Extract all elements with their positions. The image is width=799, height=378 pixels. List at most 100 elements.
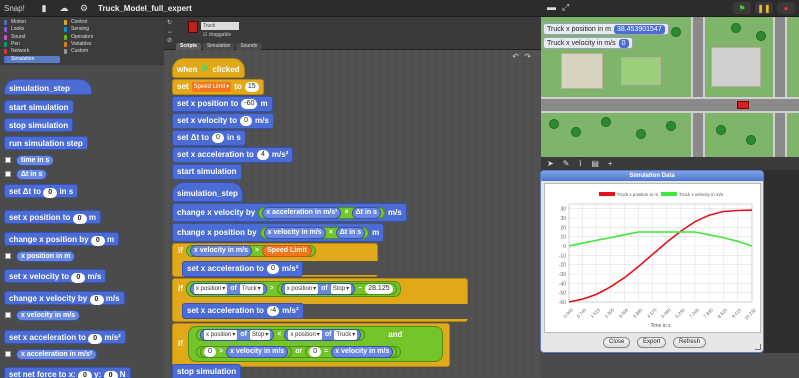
stage[interactable]: Truck x position in m 38.453901547 Truck … bbox=[541, 17, 799, 157]
set-x-acceleration-block[interactable]: set x acceleration to 4 m/s² bbox=[172, 147, 294, 163]
object-dropdown[interactable]: Stop bbox=[330, 284, 352, 294]
category-pen[interactable]: Pen bbox=[4, 41, 60, 48]
category-operators[interactable]: Operators bbox=[64, 34, 120, 41]
category-sound[interactable]: Sound bbox=[4, 34, 60, 41]
greater-than-operator[interactable]: 0 > x velocity in m/s bbox=[200, 346, 293, 358]
palette-start-simulation[interactable]: start simulation bbox=[4, 100, 74, 114]
export-button[interactable]: Export bbox=[637, 337, 667, 348]
add-sprite-icon[interactable]: + bbox=[608, 159, 613, 168]
attribute-dropdown[interactable]: x position bbox=[204, 330, 238, 340]
value-slot[interactable]: 0 bbox=[77, 371, 92, 378]
value-slot[interactable]: 0 bbox=[204, 347, 216, 357]
stage-normal-icon[interactable]: ▬ bbox=[547, 2, 556, 13]
palette-run-simulation-step[interactable]: run simulation step bbox=[4, 136, 88, 150]
simulation-step-hat[interactable]: simulation_step bbox=[172, 182, 243, 202]
value-slot[interactable]: 4 bbox=[256, 150, 269, 160]
resize-handle[interactable] bbox=[755, 344, 761, 350]
truck-x-position-watcher[interactable]: Truck x position in m 38.453901547 bbox=[543, 23, 669, 35]
or-operator[interactable]: 0 > x velocity in m/s or 0 = x velocity in m… bbox=[196, 346, 402, 358]
dt-reporter[interactable]: Δt in s bbox=[335, 226, 366, 239]
palette-set-dt[interactable]: set Δt to 0 in s bbox=[4, 184, 79, 198]
set-x-velocity-block[interactable]: set x velocity to 0 m/s bbox=[172, 113, 274, 129]
value-slot[interactable]: 0 bbox=[88, 334, 103, 344]
settings-icon[interactable]: ⚙ bbox=[78, 3, 90, 13]
paintbrush-icon[interactable]: ✎ bbox=[563, 159, 570, 168]
undo-icon[interactable]: ↶ bbox=[512, 52, 519, 61]
tab-sounds[interactable]: Sounds bbox=[236, 43, 262, 50]
set-speed-limit-block[interactable]: set Speed Limit to 15 bbox=[172, 79, 264, 95]
x-acceleration-reporter[interactable]: x acceleration in m/s² bbox=[262, 206, 342, 219]
sprite-name-field[interactable]: Truck bbox=[201, 22, 239, 30]
category-motion[interactable]: Motion bbox=[4, 19, 60, 26]
multiply-operator[interactable]: x velocity in m/s × Δt in s bbox=[259, 226, 370, 239]
set-x-position-block[interactable]: set x position to -60 m bbox=[172, 96, 273, 112]
category-sensing[interactable]: Sensing bbox=[64, 26, 120, 33]
attribute-dropdown[interactable]: x position bbox=[288, 330, 322, 340]
cloud-icon[interactable]: ☁ bbox=[58, 3, 70, 13]
multiply-operator[interactable]: x acceleration in m/s² × Δt in s bbox=[258, 206, 385, 219]
value-slot[interactable]: 0 bbox=[240, 116, 253, 126]
palette-set-x-velocity[interactable]: set x velocity to 0 m/s bbox=[4, 269, 107, 283]
value-slot[interactable]: 0 bbox=[90, 236, 105, 246]
tab-simulation[interactable]: Simulation bbox=[202, 43, 235, 50]
less-than-operator[interactable]: x positionofStop < x positionofTruck bbox=[196, 329, 366, 341]
value-slot[interactable]: -4 bbox=[266, 306, 280, 316]
palette-simulation-step-hat[interactable]: simulation_step bbox=[4, 79, 92, 95]
fullscreen-icon[interactable]: ⤢ bbox=[562, 2, 569, 13]
value-slot[interactable]: 0 bbox=[43, 188, 58, 198]
greater-than-operator[interactable]: x positionofTruck > x positionofStop − 2… bbox=[185, 281, 401, 297]
palette-x-position-reporter[interactable]: x position in m bbox=[16, 251, 76, 262]
x-velocity-reporter[interactable]: x velocity in m/s bbox=[331, 346, 394, 358]
category-control[interactable]: Control bbox=[64, 19, 120, 26]
category-network[interactable]: Network bbox=[4, 48, 60, 55]
x-velocity-checkbox[interactable] bbox=[5, 312, 11, 318]
palette-set-x-acceleration[interactable]: set x acceleration to 0 m/s² bbox=[4, 330, 126, 344]
object-dropdown[interactable]: Truck bbox=[239, 284, 263, 294]
attribute-dropdown[interactable]: x position bbox=[284, 284, 319, 294]
value-slot[interactable]: 0 bbox=[211, 133, 224, 143]
dt-checkbox[interactable] bbox=[5, 171, 11, 177]
set-x-acceleration-zero-block[interactable]: set x acceleration to 0 m/s² bbox=[182, 261, 304, 277]
value-slot[interactable]: 0 bbox=[71, 273, 86, 283]
x-velocity-reporter[interactable]: x velocity in m/s bbox=[226, 346, 289, 358]
equals-operator[interactable]: 0 = x velocity in m/s bbox=[305, 346, 398, 358]
object-dropdown[interactable]: Stop bbox=[249, 330, 271, 340]
variable-dropdown[interactable]: Speed Limit bbox=[191, 82, 232, 92]
graph-icon[interactable]: ⌇ bbox=[578, 159, 582, 168]
refresh-button[interactable]: Refresh bbox=[673, 337, 707, 348]
turtle-icon[interactable]: ➤ bbox=[547, 159, 554, 168]
x-position-checkbox[interactable] bbox=[5, 253, 11, 259]
change-x-position-block[interactable]: change x position by x velocity in m/s ×… bbox=[172, 223, 385, 242]
value-slot[interactable]: 0 bbox=[89, 295, 104, 305]
greater-than-operator[interactable]: x velocity in m/s > Speed Limit bbox=[185, 245, 316, 257]
x-position-of-truck-reporter[interactable]: x positionofTruck bbox=[284, 329, 362, 341]
x-velocity-reporter[interactable]: x velocity in m/s bbox=[263, 226, 326, 239]
when-flag-clicked-hat[interactable]: when ⚑ clicked bbox=[172, 58, 245, 78]
snap-logo[interactable]: Snap! bbox=[4, 4, 34, 13]
truck-sprite[interactable] bbox=[737, 101, 749, 109]
value-slot[interactable]: 0 bbox=[103, 371, 118, 378]
value-slot[interactable]: 0 bbox=[72, 214, 87, 224]
attribute-dropdown[interactable]: x position bbox=[193, 284, 228, 294]
object-dropdown[interactable]: Truck bbox=[334, 330, 358, 340]
palette-change-x-velocity[interactable]: change x velocity by 0 m/s bbox=[4, 291, 125, 305]
palette-time-reporter[interactable]: time in s bbox=[16, 155, 55, 166]
speed-limit-variable[interactable]: Speed Limit bbox=[262, 245, 312, 257]
change-x-velocity-block[interactable]: change x velocity by x acceleration in m… bbox=[172, 203, 407, 222]
dt-reporter[interactable]: Δt in s bbox=[351, 206, 381, 219]
camera-icon[interactable]: ▤ bbox=[591, 159, 599, 168]
file-icon[interactable]: ▮ bbox=[38, 3, 50, 13]
category-custom[interactable]: Custom bbox=[64, 48, 120, 55]
category-variables[interactable]: Variables bbox=[64, 41, 120, 48]
palette-x-velocity-reporter[interactable]: x velocity in m/s bbox=[16, 310, 81, 321]
palette-set-x-position[interactable]: set x position to 0 m bbox=[4, 210, 101, 224]
palette-stop-simulation[interactable]: stop simulation bbox=[4, 118, 74, 132]
rotation-style-icons[interactable]: ↻ ↔ ⊘ bbox=[167, 19, 175, 47]
truck-x-velocity-watcher[interactable]: Truck x velocity in m/s 0 bbox=[543, 37, 633, 49]
x-acceleration-checkbox[interactable] bbox=[5, 351, 11, 357]
value-slot[interactable]: -60 bbox=[241, 99, 258, 109]
stop-button[interactable]: ● bbox=[777, 2, 795, 14]
scripts-area[interactable]: ↶ ↷ when ⚑ clicked set Speed Limit to 15… bbox=[164, 50, 541, 378]
palette-x-acceleration-reporter[interactable]: x acceleration in m/s² bbox=[16, 349, 98, 360]
x-position-of-truck-reporter[interactable]: x positionofTruck bbox=[189, 283, 267, 295]
